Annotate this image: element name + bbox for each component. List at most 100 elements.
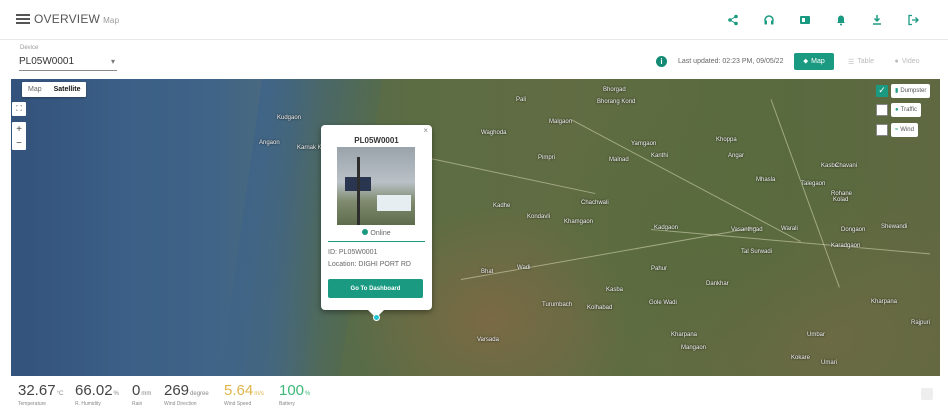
layer-wind-checkbox[interactable]: [876, 123, 888, 136]
map-place-label: Kolad: [833, 197, 849, 203]
stat-label: Wind Speed: [224, 401, 252, 407]
dumpster-icon: ▮: [895, 88, 899, 94]
map-place-label: Karadgaon: [831, 243, 861, 249]
station-pole: [357, 157, 360, 225]
map-toggle-map[interactable]: Map: [22, 82, 48, 97]
layer-dumpster[interactable]: ✓ ▮ Dumpster: [876, 83, 931, 98]
map-place-label: Kharpana: [871, 299, 898, 305]
stat-label: Temperature: [18, 401, 47, 407]
map-place-label: Mhasla: [756, 177, 776, 183]
map-place-label: Kudgaon: [277, 115, 302, 121]
map-place-label: Angaon: [259, 140, 280, 146]
divider: [328, 241, 425, 242]
stat-unit: mm: [141, 391, 152, 397]
device-popup: × PL05W0001 Online ID: PL05W0001 Locatio…: [321, 125, 432, 318]
controls-row: Device PL05W0001 ▾ i Last updated: 02:23…: [0, 40, 948, 78]
stat-value: 5.64: [224, 382, 254, 399]
map-place-label: Kadgaon: [654, 225, 679, 231]
stat-wind-speed: 5.64m/s Wind Speed: [224, 382, 264, 407]
layer-wind-chip: ≈ Wind: [891, 122, 918, 137]
video-icon: ●: [894, 58, 899, 65]
stats-bar: 32.67°C Temperature 66.02% R. Humidity 0…: [0, 376, 948, 413]
map-place-label: Bhorgad: [603, 87, 626, 93]
map-place-label: Chachwali: [581, 200, 609, 206]
layer-traffic[interactable]: ● Traffic: [876, 102, 921, 117]
stat-battery: 100% Battery: [279, 382, 310, 407]
device-select[interactable]: PL05W0001 ▾: [19, 53, 117, 71]
map-place-label: Umari: [821, 360, 837, 366]
view-video-label: Video: [901, 58, 920, 65]
map-place-label: Kondavli: [527, 214, 551, 220]
map-place-label: Kokare: [791, 355, 811, 361]
map-place-label: Pahur: [651, 266, 668, 272]
stat-label: Rain: [132, 401, 143, 407]
layer-dumpster-chip: ▮ Dumpster: [891, 83, 931, 98]
map-place-label: Talegaon: [801, 181, 826, 187]
map-place-label: Kadhe: [493, 203, 511, 209]
stat-label: Wind Direction: [164, 401, 197, 407]
close-icon[interactable]: ×: [423, 126, 428, 135]
table-icon: ☰: [847, 58, 855, 66]
stat-rain: 0mm Rain: [132, 382, 151, 407]
layer-traffic-checkbox[interactable]: [876, 103, 888, 116]
device-location-text: Location: DIGHI PORT RD: [328, 261, 411, 268]
fullscreen-icon[interactable]: ⛶: [12, 102, 26, 116]
layer-wind[interactable]: ≈ Wind: [876, 122, 918, 137]
stat-value: 100: [279, 382, 305, 399]
map-place-label: Khoppa: [716, 137, 737, 143]
stat-wind-direction: 269degree Wind Direction: [164, 382, 209, 407]
logout-icon[interactable]: [906, 13, 920, 27]
headset-icon[interactable]: [762, 13, 776, 27]
view-table-label: Table: [857, 58, 874, 65]
map-place-label: Varsada: [477, 337, 499, 343]
zoom-in-button[interactable]: +: [12, 122, 26, 136]
device-label: Device: [20, 45, 39, 51]
map-place-label: Tal Surwadi: [741, 249, 773, 255]
share-icon[interactable]: [726, 13, 740, 27]
stat-label: R. Humidity: [75, 401, 101, 407]
map-place-label: Turumbach: [542, 302, 573, 308]
device-photo: [337, 147, 415, 225]
status-dot-icon: [362, 229, 369, 235]
map-place-label: Chavani: [835, 163, 858, 169]
device-marker[interactable]: [373, 314, 380, 321]
stat-value: 269: [164, 382, 190, 399]
zoom-out-button[interactable]: −: [12, 136, 26, 150]
menu-icon[interactable]: [16, 14, 30, 24]
stat-unit: %: [305, 391, 311, 397]
map-place-label: Rajpuri: [911, 320, 931, 326]
view-table-button[interactable]: ☰ Table: [841, 53, 881, 70]
map-place-label: Bhorang Kond: [597, 99, 636, 105]
download-icon[interactable]: [870, 13, 884, 27]
stat-unit: °C: [56, 391, 64, 397]
map-place-label: Wadi: [517, 265, 531, 271]
layer-dumpster-checkbox[interactable]: ✓: [876, 84, 888, 97]
page-title-text: OVERVIEW: [34, 12, 101, 26]
view-map-button[interactable]: ⬥ Map: [794, 53, 834, 70]
stat-value: 32.67: [18, 382, 56, 399]
map-place-label: Mangaon: [681, 345, 707, 351]
stat-humidity: 66.02% R. Humidity: [75, 382, 119, 407]
map-place-label: Kanthi: [651, 153, 669, 159]
go-to-dashboard-button[interactable]: Go To Dashboard: [328, 279, 423, 298]
bell-icon[interactable]: [834, 13, 848, 27]
view-video-button[interactable]: ● Video: [886, 53, 928, 70]
map-place-label: Pali: [516, 97, 527, 103]
corner-button[interactable]: [921, 388, 933, 400]
map-place-label: Dongaon: [841, 227, 866, 233]
layer-traffic-chip: ● Traffic: [891, 102, 921, 117]
road: [650, 229, 930, 255]
popup-title: PL05W0001: [354, 136, 399, 145]
map-pin-icon: ⬥: [803, 57, 809, 65]
map-place-label: Angar: [728, 153, 745, 159]
stat-unit: %: [113, 391, 119, 397]
page-title: OVERVIEW Map: [34, 12, 119, 26]
map-place-label: Malnad: [609, 157, 629, 163]
info-icon[interactable]: i: [656, 56, 667, 67]
map-toggle-satellite[interactable]: Satellite: [48, 82, 87, 97]
view-map-label: Map: [811, 58, 825, 65]
status-text: Online: [370, 230, 391, 237]
device-icon[interactable]: [798, 13, 812, 27]
satellite-map[interactable]: Pali Bhorgad Bhorang Kond Kudgaon Angaon Karn…: [11, 79, 940, 376]
stat-temperature: 32.67°C Temperature: [18, 382, 63, 407]
